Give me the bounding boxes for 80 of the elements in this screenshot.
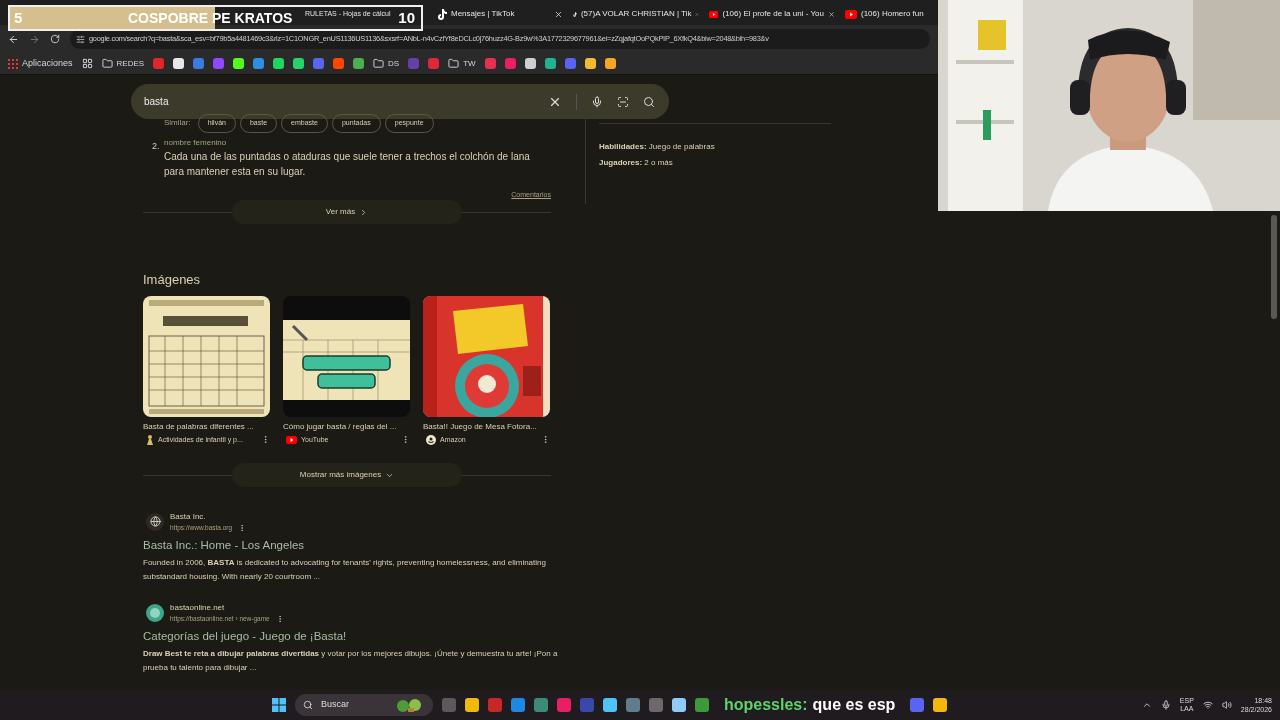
show-more-images-button[interactable]: Mostrar más imágenes: [232, 463, 462, 487]
play-icon: [845, 9, 857, 19]
browser-tab[interactable]: (57)A VOLAR CHRISTIAN | Tik: [568, 3, 704, 25]
site-icon[interactable]: [273, 58, 285, 69]
site-settings-icon[interactable]: [76, 34, 85, 44]
score: 10: [398, 7, 415, 28]
mic-icon[interactable]: [1160, 700, 1171, 710]
more-button[interactable]: Ver más: [232, 200, 462, 224]
network-icon[interactable]: [1202, 700, 1213, 710]
folder-bookmark[interactable]: DS: [373, 57, 400, 70]
result-snippet: Draw Best te reta a dibujar palabras divertidas y votar por los mejores dibujos. ¡Únete y demuestra tu arte! ¡Pon a prueba tu talento para dibujar ...: [143, 648, 558, 674]
app-icon[interactable]: [933, 698, 948, 712]
site-logo-icon: [146, 603, 164, 622]
windows-icon[interactable]: [272, 698, 286, 712]
grammar-label: nombre femenino: [164, 136, 228, 149]
similar-label: Similar:: [164, 117, 191, 130]
close-icon[interactable]: [554, 9, 563, 19]
result-title-link[interactable]: Basta Inc.: Home - Los Angeles: [143, 536, 551, 554]
more-options-icon[interactable]: [541, 435, 550, 445]
search-placeholder: Buscar: [321, 698, 350, 712]
more-options-icon[interactable]: [261, 435, 270, 445]
site-name: Basta Inc.: [170, 511, 207, 523]
browser-tab[interactable]: (106) El profe de la uni - You: [704, 3, 840, 25]
result-snippet: Founded in 2006, BASTA is dedicated to advocating for tenants' rights, preventing homelessness, and eliminating substandard housing. With nearly 20 courtroom ...: [143, 557, 547, 583]
site-icon[interactable]: [524, 58, 536, 69]
tab-title: (106) Homero fun: [861, 8, 925, 20]
music-note-icon: [437, 8, 447, 20]
fact-text: Habilidades: Juego de palabras: [599, 141, 716, 153]
search-field[interactable]: basta: [131, 84, 669, 119]
search-icon: [303, 700, 313, 710]
back-icon[interactable]: [8, 33, 19, 45]
sense-number: 2.: [152, 139, 161, 153]
folder-icon: [373, 58, 385, 69]
smile-logo-icon: [426, 434, 436, 445]
browser-tab[interactable]: Mensajes | TikTok: [432, 3, 568, 25]
play-icon: [709, 9, 719, 19]
globe-icon: [146, 512, 164, 531]
taskbar-search-field[interactable]: Buscar: [295, 694, 433, 716]
image-caption[interactable]: Cómo jugar basta / reglas del ...: [283, 420, 410, 433]
folder-bookmark[interactable]: TW: [448, 57, 476, 70]
image-caption[interactable]: Basta!! Juego de Mesa Fotora...: [423, 420, 550, 433]
chat-username: hopessles:: [724, 695, 808, 715]
definition-text: Cada una de las puntadas o ataduras que suele tener a trechos el colchón de lana para mantener esta en su lugar.: [164, 149, 531, 179]
search-text: basta: [144, 95, 170, 109]
more-options-icon[interactable]: [401, 435, 410, 445]
folder-icon: [101, 58, 113, 69]
fact-text: Jugadores: 2 o más: [599, 157, 674, 169]
site-icon[interactable]: [584, 58, 596, 69]
close-icon[interactable]: [827, 9, 835, 19]
reload-icon[interactable]: [50, 34, 60, 44]
volume-icon[interactable]: [1221, 700, 1232, 710]
tab-title: (57)A VOLAR CHRISTIAN | Tik: [580, 8, 692, 20]
folder-bookmark[interactable]: REDES: [101, 57, 145, 70]
site-icon[interactable]: [353, 58, 365, 69]
caret-icon[interactable]: [1141, 700, 1152, 710]
site-icon[interactable]: [293, 58, 305, 69]
section-heading: Imágenes: [143, 271, 202, 289]
site-icon[interactable]: [233, 58, 245, 69]
site-name: bastaonline.net: [170, 602, 226, 614]
camera-icon[interactable]: [617, 95, 629, 108]
folder-icon: [448, 58, 460, 69]
result-title-link[interactable]: Categorías del juego - Juego de ¡Basta!: [143, 627, 551, 645]
site-icon[interactable]: [604, 58, 616, 69]
search-icon[interactable]: [643, 95, 655, 108]
forward-icon[interactable]: [29, 33, 40, 45]
tab-title: Mensajes | TikTok: [451, 8, 516, 20]
chat-message: que es esp: [812, 695, 896, 715]
scrollbar-thumb[interactable]: [1271, 215, 1277, 319]
site-icon[interactable]: [173, 58, 185, 69]
score: 5: [14, 7, 24, 28]
site-icon[interactable]: [544, 58, 556, 69]
dots-grid-icon: [8, 58, 18, 69]
tab-title: (106) El profe de la uni - You: [722, 8, 824, 20]
play-icon: [286, 435, 297, 444]
figure-icon: [146, 434, 154, 445]
apps-bookmark[interactable]: Aplicaciones: [8, 56, 73, 71]
mic-icon[interactable]: [591, 95, 603, 108]
image-caption[interactable]: Basta de palabras diferentes ...: [143, 420, 270, 433]
browser-tab[interactable]: (106) Homero fun: [840, 3, 936, 25]
grid-icon[interactable]: [81, 58, 93, 69]
